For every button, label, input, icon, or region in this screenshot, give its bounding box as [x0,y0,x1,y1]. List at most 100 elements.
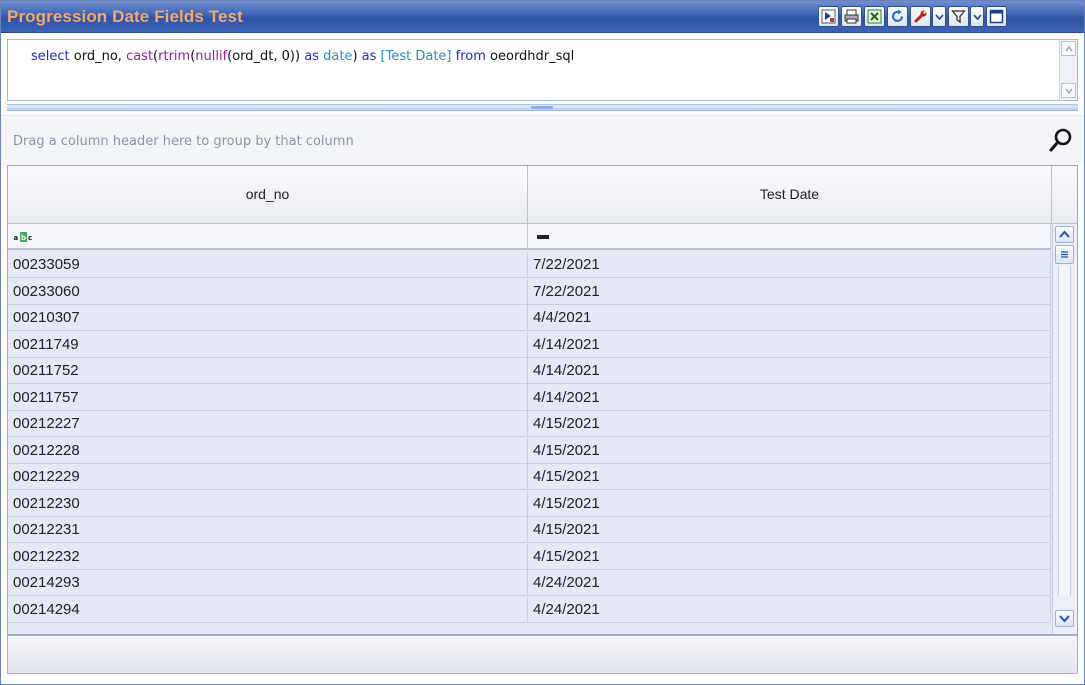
sql-token: as [304,49,319,64]
editor-scroll-down[interactable] [1061,83,1076,98]
settings-dropdown[interactable] [932,6,946,27]
table-row[interactable]: 00211757 4/14/2021 [8,384,1051,411]
grid-scroll-up[interactable] [1055,226,1074,243]
table-row[interactable]: 00212227 4/15/2021 [8,411,1051,437]
group-by-panel[interactable]: Drag a column header here to group by th… [1,115,1084,165]
filter-button[interactable] [948,6,969,27]
grid-header: ord_no Test Date [8,166,1077,224]
sql-token: (ord_dt, 0)) [227,49,305,64]
filter-cell-ord-no[interactable]: a b c [8,224,528,248]
splitter-grip[interactable] [531,106,553,109]
table-row[interactable]: 00214293 4/24/2021 [8,570,1051,596]
print-button[interactable] [841,6,862,27]
cell-test-date[interactable]: 7/22/2021 [528,278,1051,305]
maximize-button[interactable] [986,6,1007,27]
table-row[interactable]: 00211752 4/14/2021 [8,358,1051,384]
editor-scroll-up[interactable] [1061,41,1076,56]
cell-ord-no[interactable]: 00233059 [8,252,528,278]
cell-test-date[interactable]: 4/24/2021 [528,596,1051,623]
text-filter-icon: a b c [13,232,32,242]
grid-footer [7,635,1078,674]
title-bar: Progression Date Fields Test [1,1,1084,33]
svg-text:b: b [21,234,26,242]
table-row[interactable]: 00214294 4/24/2021 [8,596,1051,623]
sql-token: from [455,49,486,64]
chevron-up-icon [1059,230,1070,238]
cell-ord-no[interactable]: 00211749 [8,331,528,358]
cell-test-date[interactable]: 4/15/2021 [528,517,1051,543]
filter-dropdown[interactable] [970,6,984,27]
sql-token: select [31,49,70,64]
export-excel-icon [867,9,882,24]
column-header-test-date[interactable]: Test Date [528,166,1052,223]
cell-ord-no[interactable]: 00212232 [8,543,528,570]
cell-test-date[interactable]: 4/14/2021 [528,384,1051,411]
cell-test-date[interactable]: 4/15/2021 [528,411,1051,437]
svg-text:c: c [28,234,32,242]
grid-scroll-down[interactable] [1055,610,1074,627]
filter-row: a b c [8,224,1051,250]
dropdown-icon [935,14,944,20]
equals-filter-icon [537,235,549,239]
svg-text:a: a [14,234,19,242]
table-row[interactable]: 00212228 4/15/2021 [8,437,1051,464]
cell-test-date[interactable]: 4/14/2021 [528,331,1051,358]
cell-ord-no[interactable]: 00212229 [8,464,528,490]
table-row[interactable]: 00212230 4/15/2021 [8,490,1051,517]
table-row[interactable]: 00211749 4/14/2021 [8,331,1051,358]
results-grid: ord_no Test Date a b c 00233059 7/22/2021… [7,165,1078,635]
filter-cell-test-date[interactable] [528,224,1051,248]
refresh-button[interactable] [887,6,908,27]
filter-icon [951,10,966,24]
sql-token: rtrim [158,49,191,64]
cell-ord-no[interactable]: 00211752 [8,358,528,384]
cell-ord-no[interactable]: 00212227 [8,411,528,437]
grid-body: 00233059 7/22/2021 00233060 7/22/2021 002103… [8,252,1051,636]
cell-ord-no[interactable]: 00210307 [8,305,528,331]
cell-ord-no[interactable]: 00212231 [8,517,528,543]
print-icon [844,9,859,24]
sql-token: [Test Date] [380,49,452,64]
table-row[interactable]: 00210307 4/4/2021 [8,305,1051,331]
cell-test-date[interactable]: 4/4/2021 [528,305,1051,331]
export-excel-button[interactable] [864,6,885,27]
cell-test-date[interactable]: 4/15/2021 [528,464,1051,490]
settings-button[interactable] [910,6,931,27]
cell-test-date[interactable]: 7/22/2021 [528,252,1051,278]
cell-ord-no[interactable]: 00214294 [8,596,528,623]
sql-editor[interactable]: select ord_no, cast(rtrim(nullif(ord_dt,… [7,39,1078,101]
cell-test-date[interactable]: 4/15/2021 [528,490,1051,517]
maximize-icon [989,9,1004,24]
run-query-button[interactable] [818,6,839,27]
table-row[interactable]: 00233059 7/22/2021 [8,252,1051,278]
run-query-icon [821,9,836,24]
cell-ord-no[interactable]: 00211757 [8,384,528,411]
cell-test-date[interactable]: 4/24/2021 [528,570,1051,596]
cell-ord-no[interactable]: 00214293 [8,570,528,596]
refresh-icon [891,9,904,23]
panel-splitter[interactable] [7,104,1078,111]
table-row[interactable]: 00212232 4/15/2021 [8,543,1051,570]
grid-scroll-thumb[interactable] [1055,245,1074,264]
cell-ord-no[interactable]: 00233060 [8,278,528,305]
cell-ord-no[interactable]: 00212230 [8,490,528,517]
cell-ord-no[interactable]: 00212228 [8,437,528,464]
column-header-ord-no[interactable]: ord_no [8,166,528,223]
table-row[interactable]: 00212231 4/15/2021 [8,517,1051,543]
grid-scroll-track[interactable] [1058,266,1071,596]
settings-wrench-icon [914,10,927,23]
cell-test-date[interactable]: 4/15/2021 [528,437,1051,464]
grid-scrollbar[interactable] [1052,224,1077,634]
sql-token: cast [126,49,154,64]
grip-icon [1061,251,1068,258]
table-row[interactable]: 00233060 7/22/2021 [8,278,1051,305]
sql-query-text[interactable]: select ord_no, cast(rtrim(nullif(ord_dt,… [31,49,574,64]
window-title: Progression Date Fields Test [7,7,243,26]
cell-test-date[interactable]: 4/14/2021 [528,358,1051,384]
group-by-hint: Drag a column header here to group by th… [13,134,354,149]
table-row[interactable]: 00212229 4/15/2021 [8,464,1051,490]
cell-test-date[interactable]: 4/15/2021 [528,543,1051,570]
search-button[interactable] [1048,127,1074,153]
sql-token: ord_no, [69,49,127,64]
editor-scrollbar[interactable] [1059,40,1077,100]
